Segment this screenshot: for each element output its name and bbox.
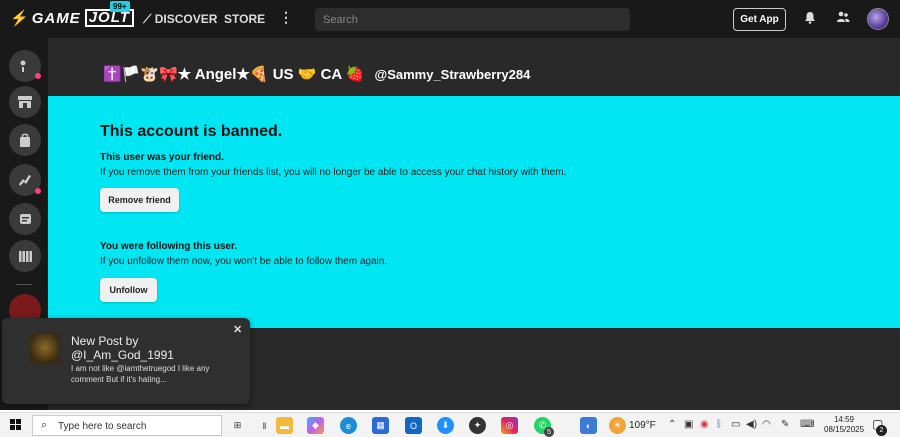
pen-icon[interactable]: ✎	[781, 419, 789, 430]
sidebar-notification-dot	[35, 188, 41, 194]
bolt-icon: ⚡	[10, 10, 30, 27]
get-app-button[interactable]: Get App	[733, 8, 786, 31]
weather-icon[interactable]: ☀	[609, 417, 626, 434]
close-icon[interactable]: ✕	[233, 323, 242, 336]
user-avatar[interactable]	[867, 8, 889, 30]
edge-icon[interactable]: e	[340, 417, 357, 434]
download-icon[interactable]: ⬇	[437, 417, 454, 434]
taskbar-search-text: Type here to search	[58, 421, 147, 432]
instagram-icon[interactable]: ◎	[501, 417, 518, 434]
banned-title: This account is banned.	[100, 123, 283, 140]
search-input[interactable]	[315, 8, 630, 31]
date: 08/15/2025	[824, 425, 865, 434]
toast-body: I am not like @iamthetruegod I like any …	[71, 364, 210, 384]
logo-game: GAME	[31, 9, 81, 27]
tray-icon-3[interactable]: ▭	[731, 419, 740, 430]
windows-taskbar: ⌕ Type here to search ⊞ ‖ ▬ ◆ e ▦ O ⬇ ✦ …	[0, 412, 900, 437]
outlook-icon[interactable]: O	[405, 417, 422, 434]
volume-icon[interactable]: ◀)	[746, 419, 757, 430]
toast-user: @I_Am_God_1991	[71, 348, 174, 362]
profile-header: ✝️🏳️🐮🎀★ Angel★🍕 US 🤝 CA 🍓 @Sammy_Strawbe…	[103, 65, 530, 83]
sidebar-library-icon[interactable]	[9, 240, 41, 272]
top-nav: ⚡ GAME JOLT 99+ ⟋ DISCOVER STORE ⋮ Get A…	[0, 0, 900, 38]
chevron-up-icon[interactable]: ⌃	[668, 419, 676, 430]
profile-display-name: ✝️🏳️🐮🎀★ Angel★🍕 US 🤝 CA 🍓	[103, 66, 365, 83]
friends-icon[interactable]	[836, 11, 850, 26]
sidebar-notification-dot	[35, 73, 41, 79]
more-menu-icon[interactable]: ⋮	[279, 9, 293, 26]
weather-temperature[interactable]: 109°F	[629, 420, 656, 431]
windows-start-icon[interactable]	[10, 419, 22, 431]
widgets-icon[interactable]: ‖	[256, 417, 273, 434]
profile-username[interactable]: @Sammy_Strawberry284	[375, 67, 531, 82]
sidebar-divider	[16, 284, 32, 285]
sidebar-store-icon[interactable]	[9, 86, 41, 118]
whatsapp-badge: 5	[544, 427, 554, 437]
friend-text: If you remove them from your friends lis…	[100, 167, 567, 178]
toast-title: New Post by	[71, 334, 139, 348]
toast-avatar	[30, 334, 60, 364]
compass-icon: ⟋	[143, 12, 155, 26]
tray-icon-2[interactable]: ◉	[700, 419, 709, 430]
friend-label: This user was your friend.	[100, 152, 224, 163]
follow-label: You were following this user.	[100, 241, 238, 252]
file-explorer-icon[interactable]: ▬	[276, 417, 293, 434]
notification-count: 2	[876, 425, 887, 436]
remove-friend-button[interactable]: Remove friend	[100, 188, 179, 212]
notification-count-badge: 99+	[110, 1, 130, 12]
nav-store[interactable]: STORE	[224, 12, 265, 26]
tray-icon-1[interactable]: ▣	[684, 419, 693, 430]
banned-notice: This account is banned. This user was yo…	[48, 96, 900, 328]
store-app-icon[interactable]: ▦	[372, 417, 389, 434]
notification-toast[interactable]: New Post by @I_Am_God_1991 I am not like…	[2, 318, 250, 404]
nav-discover[interactable]: ⟋ DISCOVER	[143, 12, 217, 27]
copilot-icon[interactable]: ◆	[307, 417, 324, 434]
bluetooth-icon[interactable]: ᛒ	[716, 419, 722, 430]
task-view-icon[interactable]: ⊞	[229, 417, 246, 434]
unfollow-button[interactable]: Unfollow	[100, 278, 157, 302]
search-icon: ⌕	[41, 419, 48, 431]
bell-icon[interactable]	[804, 11, 818, 25]
time: 14:59	[833, 415, 855, 424]
keyboard-icon[interactable]: ⌨	[800, 419, 814, 430]
follow-text: If you unfollow them now, you won't be a…	[100, 256, 388, 267]
app-icon[interactable]: ✦	[469, 417, 486, 434]
wifi-icon[interactable]: ◠	[762, 419, 771, 430]
sidebar-chat-icon[interactable]	[9, 203, 41, 235]
sidebar-bag-icon[interactable]	[9, 124, 41, 156]
app-icon-2[interactable]: ◐	[580, 417, 597, 434]
taskbar-search[interactable]: ⌕ Type here to search	[32, 415, 222, 436]
taskbar-clock[interactable]: 14:59 08/15/2025	[824, 415, 864, 435]
